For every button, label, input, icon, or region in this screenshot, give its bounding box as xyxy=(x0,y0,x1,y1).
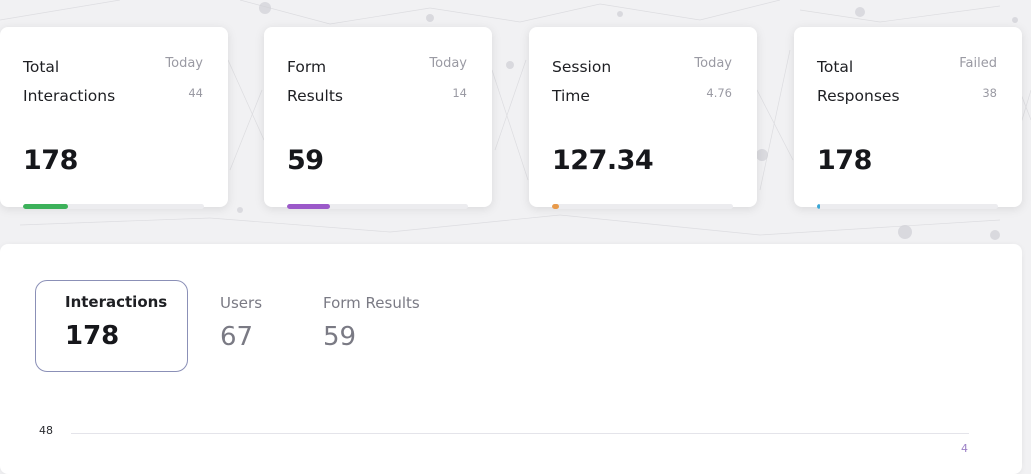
stat-title: Total Responses xyxy=(817,58,900,105)
stat-meta-label: Today xyxy=(694,56,732,71)
stat-meta-value: 44 xyxy=(188,86,203,100)
stat-meta-label: Today xyxy=(429,56,467,71)
stat-title: Form Results xyxy=(287,58,343,105)
stat-progress-fill xyxy=(287,204,331,209)
stat-meta-label: Failed xyxy=(959,56,997,71)
chart-area: 48 4 xyxy=(0,414,1022,474)
stat-progress-track xyxy=(552,204,733,209)
stat-progress-fill xyxy=(23,204,69,209)
stat-progress-track xyxy=(817,204,998,209)
stat-progress-fill xyxy=(817,204,820,209)
stat-progress-track xyxy=(287,204,468,209)
tab-interactions[interactable]: Interactions 178 xyxy=(35,280,188,372)
tab-form-results[interactable]: Form Results 59 xyxy=(293,280,443,372)
stat-title: Session Time xyxy=(552,58,612,105)
stat-card-session-time: Session Time Today 4.76 127.34 xyxy=(529,27,757,209)
tab-value: 67 xyxy=(220,322,254,352)
stat-value: 59 xyxy=(287,145,324,176)
grid-line xyxy=(71,433,969,434)
stat-card-total-responses: Total Responses Failed 38 178 xyxy=(794,27,1022,209)
stat-title: Total Interactions xyxy=(23,58,116,105)
stat-value: 178 xyxy=(23,145,78,176)
tab-value: 178 xyxy=(65,321,120,351)
stat-meta-value: 38 xyxy=(982,86,997,100)
stat-meta-value: 4.76 xyxy=(706,86,732,100)
tab-label: Form Results xyxy=(323,294,420,312)
stat-value: 178 xyxy=(817,145,872,176)
stat-card-total-interactions: Total Interactions Today 44 178 xyxy=(0,27,228,209)
stat-value: 127.34 xyxy=(552,145,654,176)
data-point-label: 4 xyxy=(961,442,968,455)
y-axis-tick-label: 48 xyxy=(39,424,53,437)
analytics-panel: Interactions 178 Users 67 Form Results 5… xyxy=(0,244,1022,474)
stat-progress-fill xyxy=(552,204,560,209)
stat-meta-label: Today xyxy=(165,56,203,71)
tab-label: Users xyxy=(220,294,263,312)
stat-meta-value: 14 xyxy=(452,86,467,100)
tab-users[interactable]: Users 67 xyxy=(190,280,280,372)
stat-card-form-results: Form Results Today 14 59 xyxy=(264,27,492,209)
stat-progress-track xyxy=(23,204,204,209)
tab-label: Interactions xyxy=(65,293,168,311)
tab-value: 59 xyxy=(323,322,357,352)
